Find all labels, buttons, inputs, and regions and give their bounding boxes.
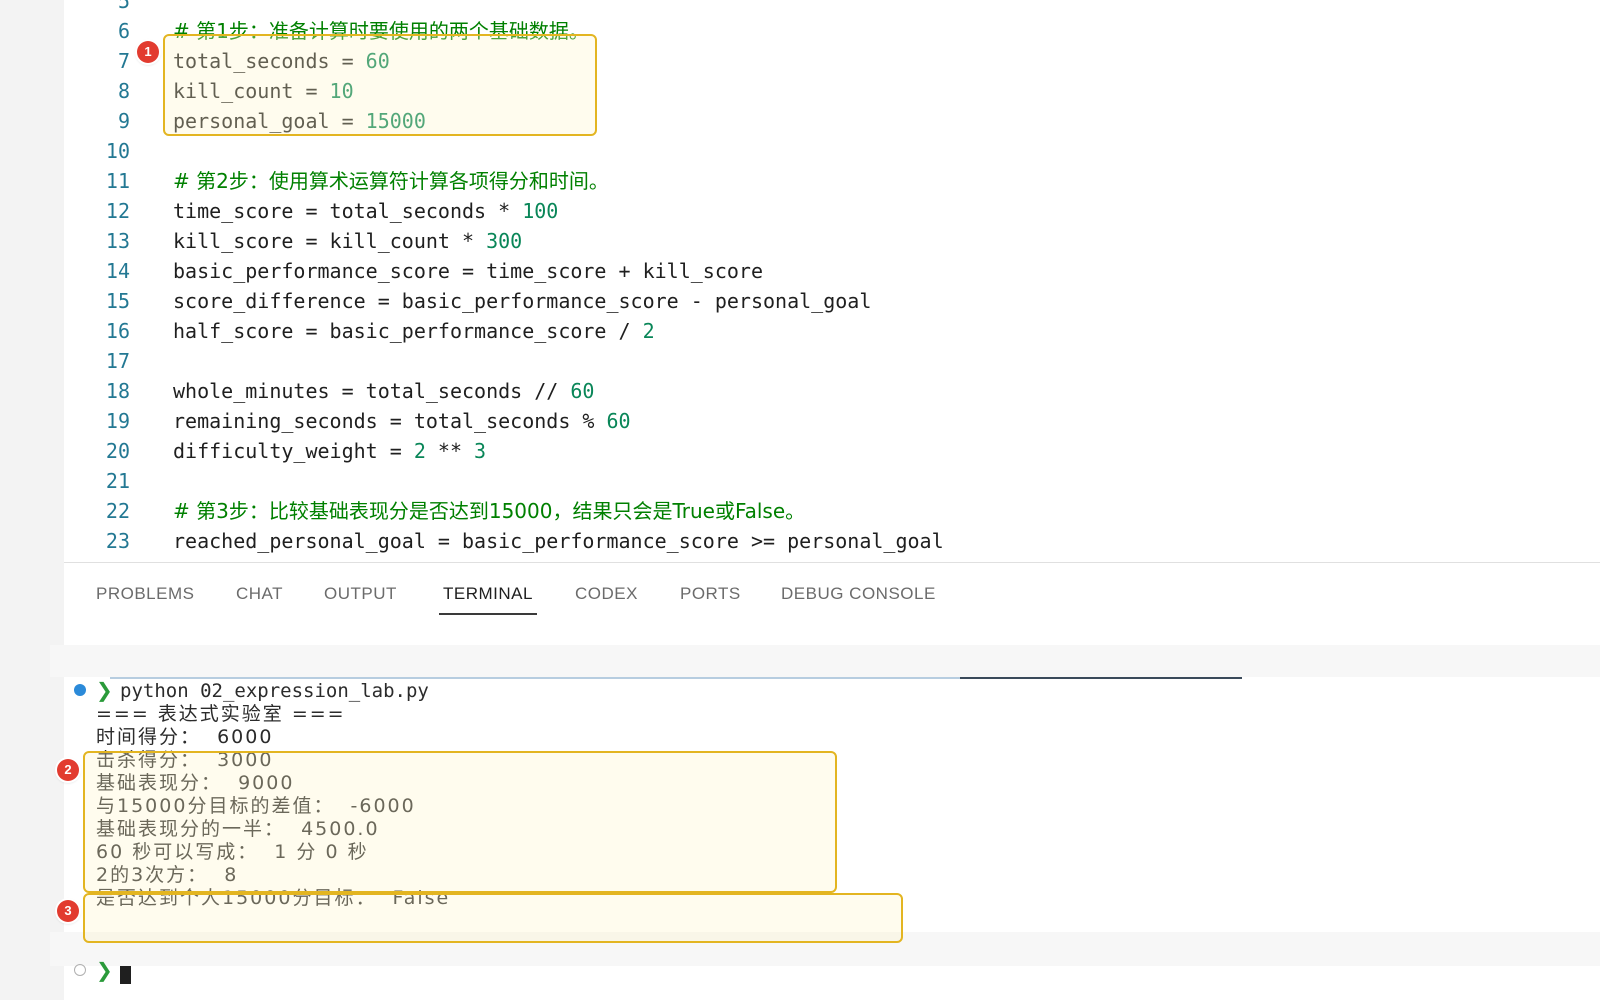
- terminal-cursor: [120, 966, 131, 984]
- code-line[interactable]: 20 difficulty_weight = 2 ** 3: [64, 436, 1600, 466]
- code-token: kill_score = kill_count *: [173, 229, 487, 253]
- code-number: 60: [570, 379, 595, 403]
- code-comment: # 第3步：比较基础表现分是否达到15000，结果只会是True或False。: [173, 499, 806, 523]
- code-text: half_score = basic_performance_score / 2: [173, 316, 655, 346]
- code-line[interactable]: 13 kill_score = kill_count * 300: [64, 226, 1600, 256]
- activity-gutter: [0, 0, 64, 1000]
- highlight-box-variables: [163, 34, 597, 136]
- code-text: score_difference = basic_performance_sco…: [173, 286, 871, 316]
- code-text: basic_performance_score = time_score + k…: [173, 256, 763, 286]
- line-number: 15: [105, 289, 130, 313]
- code-number: 3: [474, 439, 487, 463]
- line-number: 13: [105, 229, 130, 253]
- tab-output[interactable]: OUTPUT: [324, 579, 397, 609]
- code-text: kill_score = kill_count * 300: [173, 226, 522, 256]
- code-token: **: [425, 439, 475, 463]
- line-number: 19: [105, 409, 130, 433]
- code-token: difficulty_weight =: [173, 439, 414, 463]
- code-text: whole_minutes = total_seconds // 60: [173, 376, 594, 406]
- code-number: 100: [522, 199, 559, 223]
- code-text: time_score = total_seconds * 100: [173, 196, 558, 226]
- code-number: 300: [486, 229, 523, 253]
- code-number: 60: [606, 409, 631, 433]
- annotation-badge-2: 2: [57, 759, 79, 781]
- code-line[interactable]: 19 remaining_seconds = total_seconds % 60: [64, 406, 1600, 436]
- code-line[interactable]: 11 # 第2步：使用算术运算符计算各项得分和时间。: [64, 166, 1600, 196]
- code-line[interactable]: 16 half_score = basic_performance_score /…: [64, 316, 1600, 346]
- code-line[interactable]: 10: [64, 136, 1600, 166]
- tab-chat[interactable]: CHAT: [236, 579, 283, 609]
- terminal-output-line: 时间得分： 6000: [96, 726, 274, 748]
- prompt-chevron-icon: ❯: [96, 958, 113, 982]
- code-line[interactable]: 5: [64, 0, 1600, 16]
- terminal-scroll-indicator-thumb[interactable]: [960, 677, 1242, 679]
- line-number: 12: [105, 199, 130, 223]
- terminal-output-line: === 表达式实验室 ===: [96, 703, 346, 725]
- code-text: difficulty_weight = 2 ** 3: [173, 436, 486, 466]
- code-line[interactable]: 21: [64, 466, 1600, 496]
- line-number: 23: [105, 529, 130, 553]
- code-token: time_score = total_seconds *: [173, 199, 523, 223]
- tab-terminal[interactable]: TERMINAL: [439, 579, 537, 615]
- terminal-row-highlight: [50, 645, 1600, 677]
- code-line[interactable]: 22 # 第3步：比较基础表现分是否达到15000，结果只会是True或False…: [64, 496, 1600, 526]
- line-number: 21: [105, 469, 130, 493]
- tab-ports[interactable]: PORTS: [680, 579, 741, 609]
- line-number: 6: [117, 19, 130, 43]
- code-line[interactable]: 17: [64, 346, 1600, 376]
- command-success-icon[interactable]: [74, 684, 86, 696]
- line-number: 22: [105, 499, 130, 523]
- line-number: 9: [117, 109, 130, 133]
- annotation-badge-1: 1: [137, 41, 159, 63]
- terminal-command: python 02_expression_lab.py: [120, 680, 429, 702]
- tab-problems[interactable]: PROBLEMS: [96, 579, 194, 609]
- code-number: 2: [642, 319, 655, 343]
- highlight-box-goal-check: [83, 893, 903, 943]
- code-token: remaining_seconds = total_seconds %: [173, 409, 607, 433]
- tab-codex[interactable]: CODEX: [575, 579, 638, 609]
- code-token: score_difference = basic_performance_sco…: [173, 289, 872, 313]
- code-token: reached_personal_goal = basic_performanc…: [173, 529, 944, 553]
- code-token: half_score = basic_performance_score /: [173, 319, 643, 343]
- line-number: 16: [105, 319, 130, 343]
- code-text: # 第3步：比较基础表现分是否达到15000，结果只会是True或False。: [173, 496, 805, 526]
- highlight-box-results: [83, 751, 837, 893]
- line-number: 18: [105, 379, 130, 403]
- command-pending-icon: [74, 964, 86, 976]
- code-token: basic_performance_score = time_score + k…: [173, 259, 764, 283]
- code-line[interactable]: 23 reached_personal_goal = basic_performa…: [64, 526, 1600, 556]
- line-number: 11: [105, 169, 130, 193]
- code-line[interactable]: 18 whole_minutes = total_seconds // 60: [64, 376, 1600, 406]
- line-number: 20: [105, 439, 130, 463]
- line-number: 17: [105, 349, 130, 373]
- code-text: remaining_seconds = total_seconds % 60: [173, 406, 631, 436]
- tab-debug-console[interactable]: DEBUG CONSOLE: [781, 579, 936, 609]
- line-number: 8: [117, 79, 130, 103]
- prompt-chevron-icon: ❯: [96, 678, 113, 702]
- annotation-badge-3: 3: [57, 900, 79, 922]
- code-line[interactable]: 14 basic_performance_score = time_score +…: [64, 256, 1600, 286]
- line-number: 5: [117, 0, 130, 13]
- code-text: # 第2步：使用算术运算符计算各项得分和时间。: [173, 166, 609, 196]
- code-line[interactable]: 15 score_difference = basic_performance_s…: [64, 286, 1600, 316]
- line-number: 10: [105, 139, 130, 163]
- code-number: 2: [413, 439, 426, 463]
- code-line[interactable]: 12 time_score = total_seconds * 100: [64, 196, 1600, 226]
- panel-tab-bar: PROBLEMS CHAT OUTPUT TERMINAL CODEX PORT…: [64, 563, 1600, 623]
- code-token: whole_minutes = total_seconds //: [173, 379, 571, 403]
- line-number: 7: [117, 49, 130, 73]
- code-text: reached_personal_goal = basic_performanc…: [173, 526, 944, 556]
- code-comment: # 第2步：使用算术运算符计算各项得分和时间。: [173, 169, 609, 193]
- line-number: 14: [105, 259, 130, 283]
